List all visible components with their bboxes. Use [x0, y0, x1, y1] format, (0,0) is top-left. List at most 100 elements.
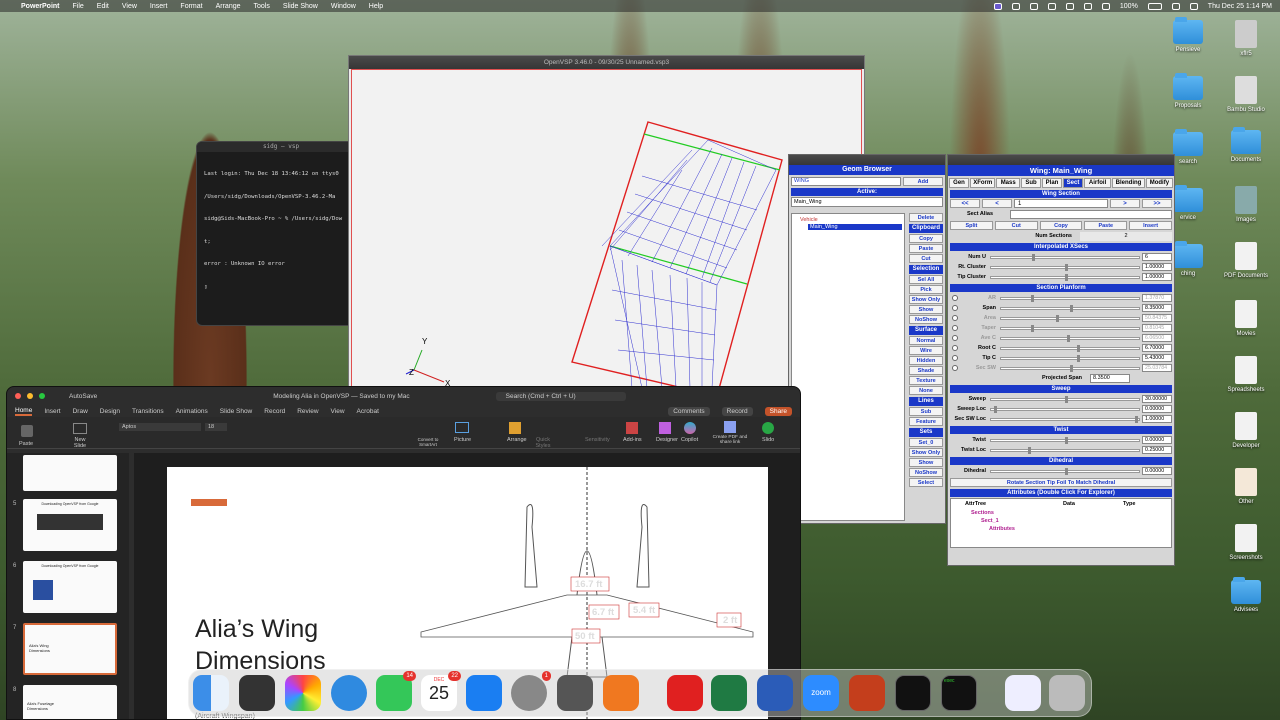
- param-slider[interactable]: [1000, 334, 1140, 342]
- tree-item-vehicle[interactable]: Vehicle: [800, 217, 904, 223]
- geom-type-select[interactable]: WING: [791, 177, 901, 186]
- sets-show-only-button[interactable]: Show Only: [909, 448, 943, 457]
- param-slider[interactable]: [1000, 344, 1140, 352]
- slider-knob[interactable]: [1065, 273, 1068, 281]
- font-size-select[interactable]: 18: [205, 423, 227, 431]
- slider-knob[interactable]: [1031, 324, 1035, 332]
- show-button[interactable]: Show: [909, 305, 943, 314]
- param-value-input[interactable]: 0.00000: [1142, 467, 1172, 475]
- param-value-input[interactable]: 50.84375: [1142, 314, 1172, 322]
- menu-slideshow[interactable]: Slide Show: [283, 3, 318, 10]
- paste-button[interactable]: Paste: [909, 244, 943, 253]
- param-value-input[interactable]: 6.06500: [1142, 334, 1172, 342]
- feature-button[interactable]: Feature: [909, 417, 943, 426]
- copy-section-button[interactable]: Copy: [1039, 221, 1083, 230]
- tab-modify[interactable]: Modify: [1145, 178, 1173, 188]
- prev-section-button[interactable]: <: [982, 199, 1012, 208]
- param-slider[interactable]: [1000, 354, 1140, 362]
- slider-knob[interactable]: [1056, 314, 1060, 322]
- tab-mass[interactable]: Mass: [996, 178, 1020, 188]
- param-slider[interactable]: [1000, 304, 1140, 312]
- tab-insert[interactable]: Insert: [44, 408, 60, 415]
- slider-knob[interactable]: [1032, 253, 1036, 261]
- zoom-icon[interactable]: zoom: [803, 675, 839, 711]
- control-center-icon[interactable]: [1189, 2, 1198, 10]
- tab-review[interactable]: Review: [297, 408, 318, 415]
- menu-insert[interactable]: Insert: [150, 3, 168, 10]
- desktop-folder[interactable]: Documents: [1216, 127, 1276, 163]
- menu-tools[interactable]: Tools: [254, 3, 270, 10]
- desktop-folder[interactable]: Pensieve: [1158, 17, 1218, 53]
- desktop-file[interactable]: Developer: [1216, 412, 1276, 449]
- driver-radio[interactable]: [952, 345, 958, 351]
- status-icon[interactable]: [1065, 2, 1074, 10]
- attr-row[interactable]: Sections: [971, 510, 994, 516]
- param-slider[interactable]: [990, 467, 1140, 475]
- autosave-label[interactable]: AutoSave: [69, 393, 97, 400]
- tab-gen[interactable]: Gen: [949, 178, 969, 188]
- slider-knob[interactable]: [1067, 334, 1071, 342]
- param-slider[interactable]: [1000, 364, 1140, 372]
- driver-radio[interactable]: [952, 325, 958, 331]
- last-section-button[interactable]: >>: [1142, 199, 1172, 208]
- copilot-button[interactable]: Copilot: [681, 437, 698, 443]
- slider-knob[interactable]: [1065, 436, 1068, 444]
- status-icon[interactable]: [1047, 2, 1056, 10]
- select-button[interactable]: Select: [909, 478, 943, 487]
- copy-button[interactable]: Copy: [909, 234, 943, 243]
- tab-airfoil[interactable]: Airfoil: [1084, 178, 1112, 188]
- desktop-folder[interactable]: Proposals: [1158, 73, 1218, 109]
- share-button[interactable]: Share: [764, 406, 792, 416]
- param-value-input[interactable]: 0.00000: [1142, 436, 1172, 444]
- tab-view[interactable]: View: [331, 408, 345, 415]
- param-value-input[interactable]: 6: [1142, 253, 1172, 261]
- param-value-input[interactable]: 1.00000: [1142, 415, 1172, 423]
- tab-plan[interactable]: Plan: [1042, 178, 1062, 188]
- cut-section-button[interactable]: Cut: [994, 221, 1038, 230]
- pick-button[interactable]: Pick: [909, 285, 943, 294]
- menu-window[interactable]: Window: [331, 3, 356, 10]
- slider-knob[interactable]: [1070, 364, 1073, 372]
- param-value-input[interactable]: 1.00000: [1142, 263, 1172, 271]
- tab-acrobat[interactable]: Acrobat: [357, 408, 379, 415]
- menu-view[interactable]: View: [122, 3, 137, 10]
- desktop-file[interactable]: Images: [1216, 186, 1276, 223]
- slide-thumbnail-selected[interactable]: Alia's Wing Dimensions: [23, 623, 117, 675]
- slider-knob[interactable]: [1065, 263, 1068, 271]
- tab-draw[interactable]: Draw: [73, 408, 88, 415]
- param-slider[interactable]: [990, 436, 1140, 444]
- desktop-file[interactable]: Spreadsheets: [1216, 356, 1276, 393]
- param-slider[interactable]: [990, 415, 1140, 423]
- terminal-icon[interactable]: [895, 675, 931, 711]
- geom-tree[interactable]: Vehicle Main_Wing: [791, 213, 905, 521]
- geom-browser-window[interactable]: Geom Browser WING Add Active: Main_Wing …: [788, 154, 946, 524]
- slide-thumbnail[interactable]: Downloading OpenVSP from Google: [23, 499, 117, 551]
- tab-sect[interactable]: Sect: [1063, 178, 1083, 188]
- status-icon[interactable]: [1029, 2, 1038, 10]
- tab-design[interactable]: Design: [100, 408, 120, 415]
- addins-button[interactable]: Add-ins: [623, 437, 642, 443]
- paste-button[interactable]: Paste: [19, 441, 33, 447]
- screen-share-icon[interactable]: [993, 2, 1002, 10]
- slider-knob[interactable]: [1028, 446, 1031, 454]
- param-slider[interactable]: [1000, 324, 1140, 332]
- calendar-icon[interactable]: DEC 25 22: [421, 671, 461, 711]
- documents-stack-icon[interactable]: [1005, 675, 1041, 711]
- slido-button[interactable]: Slido: [762, 437, 774, 443]
- desktop-app[interactable]: xflr5: [1216, 20, 1276, 57]
- sets-show-button[interactable]: Show: [909, 458, 943, 467]
- menu-file[interactable]: File: [73, 3, 84, 10]
- tab-record[interactable]: Record: [264, 408, 285, 415]
- menu-app-name[interactable]: PowerPoint: [21, 3, 60, 10]
- quick-styles-button[interactable]: Quick Styles: [533, 437, 553, 449]
- hidden-button[interactable]: Hidden: [909, 356, 943, 365]
- sub-button[interactable]: Sub: [909, 407, 943, 416]
- status-icon[interactable]: [1011, 2, 1020, 10]
- slide-thumbnail[interactable]: Alia's Fuselage Dimensions: [23, 685, 117, 719]
- attr-row[interactable]: Sect_1: [981, 518, 999, 524]
- search-icon[interactable]: [1171, 2, 1180, 10]
- texture-button[interactable]: Texture: [909, 376, 943, 385]
- finder-icon[interactable]: [193, 675, 229, 711]
- tree-item-main-wing[interactable]: Main_Wing: [808, 224, 902, 230]
- ppt-search-input[interactable]: Search (Cmd + Ctrl + U): [495, 391, 626, 401]
